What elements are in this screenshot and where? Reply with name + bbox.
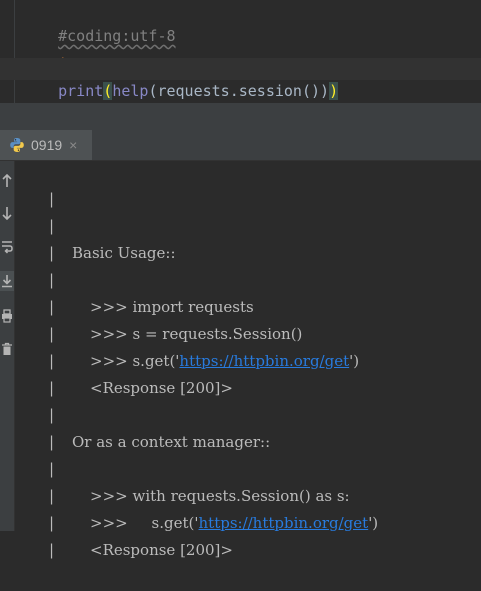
console-line: | Basic Usage:: xyxy=(15,186,176,262)
console-line: | xyxy=(15,159,54,208)
console-line: | xyxy=(15,213,54,262)
console-text: >>> with requests.Session() as s: xyxy=(90,487,350,505)
run-console-output[interactable]: | | Basic Usage:: | | >>> import request… xyxy=(15,159,481,559)
console-line: | >>> s = requests.Session() xyxy=(15,267,302,343)
pipe-prefix: | xyxy=(49,514,55,532)
console-line: | Or as a context manager:: xyxy=(15,375,270,451)
help-argument: (requests.session()) xyxy=(148,82,330,100)
pipe-prefix: | xyxy=(49,271,55,289)
console-line: | xyxy=(15,510,54,559)
console-text: <Response [200]> xyxy=(90,379,233,397)
code-line-1[interactable]: #coding:utf-8 xyxy=(22,3,175,45)
soft-wrap-icon[interactable] xyxy=(0,237,14,257)
console-text-suffix: ') xyxy=(368,514,379,532)
console-text: <Response [200]> xyxy=(90,541,233,559)
print-call: print xyxy=(58,82,104,100)
matched-close-paren: ) xyxy=(329,82,339,100)
console-line: | xyxy=(15,348,54,397)
pipe-prefix: | xyxy=(49,244,55,262)
pipe-prefix: | xyxy=(49,298,55,316)
run-side-toolbar xyxy=(0,161,15,531)
pipe-prefix: | xyxy=(49,460,55,478)
console-text: >>> s = requests.Session() xyxy=(90,325,303,343)
console-text-prefix: >>> s.get(' xyxy=(90,514,199,532)
editor-gutter-divider xyxy=(14,0,15,103)
arrow-up-icon[interactable] xyxy=(0,171,14,191)
run-tab-bar: 0919 × xyxy=(0,130,481,161)
pipe-prefix: | xyxy=(49,541,55,559)
close-icon[interactable]: × xyxy=(69,137,77,153)
pipe-prefix: | xyxy=(49,352,55,370)
trash-icon[interactable] xyxy=(0,339,14,359)
console-text: Or as a context manager:: xyxy=(72,433,271,451)
pipe-prefix: | xyxy=(49,190,55,208)
matched-open-paren: ( xyxy=(103,82,113,100)
console-line: | >>> s.get('https://httpbin.org/get') xyxy=(15,294,359,370)
console-line: | >>> import requests xyxy=(15,240,254,316)
run-tab-0919[interactable]: 0919 × xyxy=(0,130,92,160)
help-call: help xyxy=(112,82,149,100)
run-tab-label: 0919 xyxy=(31,137,63,153)
print-icon[interactable] xyxy=(0,306,14,326)
httpbin-link[interactable]: https://httpbin.org/get xyxy=(199,514,369,532)
console-text-suffix: ') xyxy=(349,352,360,370)
pipe-prefix: | xyxy=(49,487,55,505)
code-line-2[interactable]: import requests xyxy=(22,31,193,73)
pipe-prefix: | xyxy=(49,433,55,451)
python-icon xyxy=(9,137,25,153)
pipe-prefix: | xyxy=(49,325,55,343)
console-line: | <Response [200]> xyxy=(15,483,233,559)
pipe-prefix: | xyxy=(49,217,55,235)
scroll-to-end-icon[interactable] xyxy=(0,271,14,291)
code-editor[interactable]: #coding:utf-8 import requests print(help… xyxy=(0,0,481,103)
console-text: >>> import requests xyxy=(90,298,254,316)
console-line: | >>> s.get('https://httpbin.org/get') xyxy=(15,456,378,532)
pipe-prefix: | xyxy=(49,379,55,397)
console-text: Basic Usage:: xyxy=(72,244,176,262)
console-text: >>> s.get('https://httpbin.org/get') xyxy=(90,510,378,537)
arrow-down-icon[interactable] xyxy=(0,203,14,223)
code-line-3-current[interactable]: print(help(requests.session())) xyxy=(0,58,481,100)
console-line: | xyxy=(15,402,54,451)
console-line: | >>> with requests.Session() as s: xyxy=(15,429,350,505)
console-text-prefix: >>> s.get(' xyxy=(90,352,180,370)
httpbin-link[interactable]: https://httpbin.org/get xyxy=(179,352,349,370)
pipe-prefix: | xyxy=(49,406,55,424)
console-text: >>> s.get('https://httpbin.org/get') xyxy=(90,348,359,375)
console-line: | <Response [200]> xyxy=(15,321,233,397)
panel-splitter[interactable] xyxy=(0,103,481,130)
